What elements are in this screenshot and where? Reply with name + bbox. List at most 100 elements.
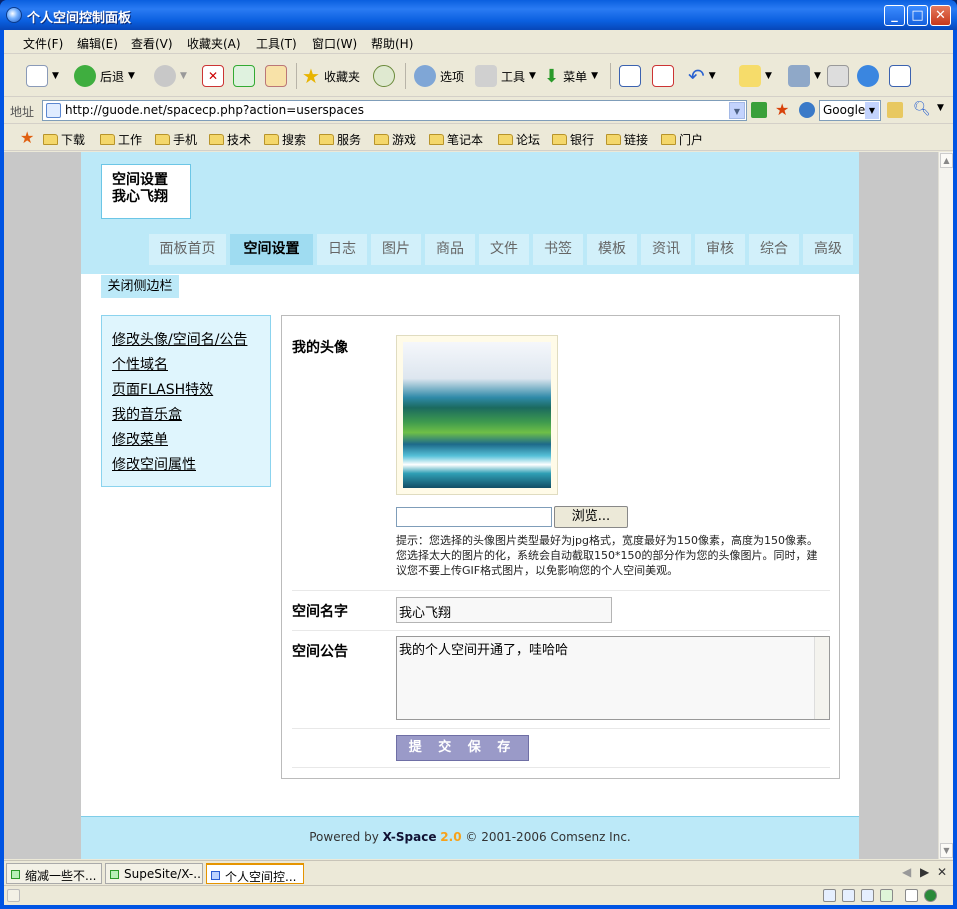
sidebar-link-music[interactable]: 我的音乐盒 [112,403,270,428]
folder-up-icon [739,65,761,87]
menu-tools[interactable]: 工具(T) [256,35,297,52]
tab-1[interactable]: 缩减一些不... [6,863,102,884]
menu-view[interactable]: 查看(V) [131,35,173,52]
textarea-scrollbar[interactable] [814,637,829,719]
tab-2[interactable]: SupeSite/X-... [105,863,203,884]
search-engine-select[interactable]: Google ▼ [819,100,881,121]
menu-button[interactable]: ⬇ 菜单 ▼ [544,63,598,89]
network-status-icon[interactable] [924,889,937,902]
go-icon[interactable] [751,102,767,118]
image-icon[interactable] [861,889,874,902]
notes-button[interactable] [889,63,911,89]
scroll-down-icon[interactable]: ▼ [940,843,953,858]
forward-button[interactable]: ▼ [154,63,187,89]
bookmark-service[interactable]: 服务 [319,131,361,148]
tab-close-icon[interactable]: ✕ [937,865,947,879]
scroll-up-icon[interactable]: ▲ [940,153,953,168]
globe-icon[interactable] [799,102,815,118]
browse-button[interactable]: 浏览... [554,506,628,528]
undo-button[interactable]: ↶ ▼ [688,63,716,89]
history-button[interactable] [373,63,395,89]
bookmark-search[interactable]: 搜索 [264,131,306,148]
bookmark-games[interactable]: 游戏 [374,131,416,148]
tools-button[interactable]: 工具 ▼ [475,63,536,89]
flash-icon[interactable] [842,889,855,902]
find-icon[interactable]: 🔍︎ [913,101,931,117]
browser-window: 个人空间控制面板 _ □ ✕ 文件(F) 编辑(E) 查看(V) 收藏夹(A) … [0,0,957,909]
nav-advanced[interactable]: 高级 [803,234,853,265]
url-dropdown-icon[interactable]: ▼ [729,102,745,119]
menu-edit[interactable]: 编辑(E) [77,35,118,52]
favorites-star-icon[interactable]: ★ [20,128,34,147]
url-field[interactable]: http://guode.net/spacecp.php?action=user… [42,100,747,121]
avatar-file-input[interactable] [396,507,552,527]
menu-window[interactable]: 窗口(W) [312,35,357,52]
nav-templates[interactable]: 模板 [587,234,637,265]
logo-line-1: 空间设置 [112,172,168,188]
notice-textarea[interactable]: 我的个人空间开通了，哇哈哈 [396,636,830,720]
nav-blog[interactable]: 日志 [317,234,367,265]
nav-goods[interactable]: 商品 [425,234,475,265]
home-button[interactable] [265,63,287,89]
browser-icon [6,7,22,23]
submit-button[interactable]: 提 交 保 存 [396,735,529,761]
maximize-button[interactable]: □ [907,5,928,26]
new-page-button[interactable]: ▼ [26,63,59,89]
nav-dashboard[interactable]: 面板首页 [149,234,226,265]
window-icon[interactable] [823,889,836,902]
tabs-bar: 缩减一些不... SupeSite/X-... 个人空间控... ◀ ▶ ✕ [4,860,953,884]
plugin-icon[interactable] [880,889,893,902]
block-popup-button[interactable] [652,63,674,89]
bookmark-phone[interactable]: 手机 [155,131,197,148]
sidebar-link-flash[interactable]: 页面FLASH特效 [112,378,270,403]
up-button[interactable]: ▼ [739,63,772,89]
favorites-button[interactable]: ★ 收藏夹 [302,63,360,89]
nav-space-settings[interactable]: 空间设置 [230,234,313,265]
bookmark-laptop[interactable]: 笔记本 [429,131,483,148]
minimize-button[interactable]: _ [884,5,905,26]
tab-3[interactable]: 个人空间控... [206,863,304,884]
star-add-icon[interactable]: ★ [775,100,789,119]
layout-button[interactable] [619,63,641,89]
bookmark-links[interactable]: 链接 [606,131,648,148]
back-button[interactable]: 后退 ▼ [74,63,135,89]
site-footer: Powered by X-Space 2.0 © 2001-2006 Comse… [81,816,859,859]
bookmark-forum[interactable]: 论坛 [498,131,540,148]
bookmark-work[interactable]: 工作 [100,131,142,148]
bookmark-portal[interactable]: 门户 [661,131,703,148]
menu-favorites[interactable]: 收藏夹(A) [187,35,241,52]
menu-file[interactable]: 文件(F) [23,35,63,52]
nav-news[interactable]: 资讯 [641,234,691,265]
more-dropdown-icon[interactable]: ▼ [937,103,944,113]
options-button[interactable]: 选项 [414,63,464,89]
tab-right-icon[interactable]: ▶ [920,865,929,879]
sidebar-link-avatar[interactable]: 修改头像/空间名/公告 [112,328,270,353]
space-name-input[interactable]: 我心飞翔 [396,597,612,623]
refresh-button[interactable] [233,63,255,89]
menu-help[interactable]: 帮助(H) [371,35,413,52]
checkbox-icon[interactable] [905,889,918,902]
avatar-image [403,342,551,488]
bookmark-tech[interactable]: 技术 [209,131,251,148]
network-button[interactable]: ▼ [788,63,821,89]
bookmark-bank[interactable]: 银行 [552,131,594,148]
stop-button[interactable]: ✕ [202,63,224,89]
close-button[interactable]: ✕ [930,5,951,26]
sidebar-link-domain[interactable]: 个性域名 [112,353,270,378]
toolbar-separator [405,63,406,89]
nav-review[interactable]: 审核 [695,234,745,265]
ie-button[interactable] [857,63,879,89]
nav-bookmarks[interactable]: 书签 [533,234,583,265]
nav-files[interactable]: 文件 [479,234,529,265]
sidebar-link-menu[interactable]: 修改菜单 [112,428,270,453]
close-sidebar-button[interactable]: 关闭侧边栏 [101,275,179,298]
tab-left-icon[interactable]: ◀ [902,865,911,879]
sidebar-link-properties[interactable]: 修改空间属性 [112,453,270,478]
nav-general[interactable]: 综合 [749,234,799,265]
page-scrollbar[interactable]: ▲ ▼ [938,152,953,859]
bookmark-download[interactable]: 下载 [43,131,85,148]
nav-images[interactable]: 图片 [371,234,421,265]
print-button[interactable] [827,63,849,89]
highlight-icon[interactable] [887,102,903,118]
network-icon [788,65,810,87]
